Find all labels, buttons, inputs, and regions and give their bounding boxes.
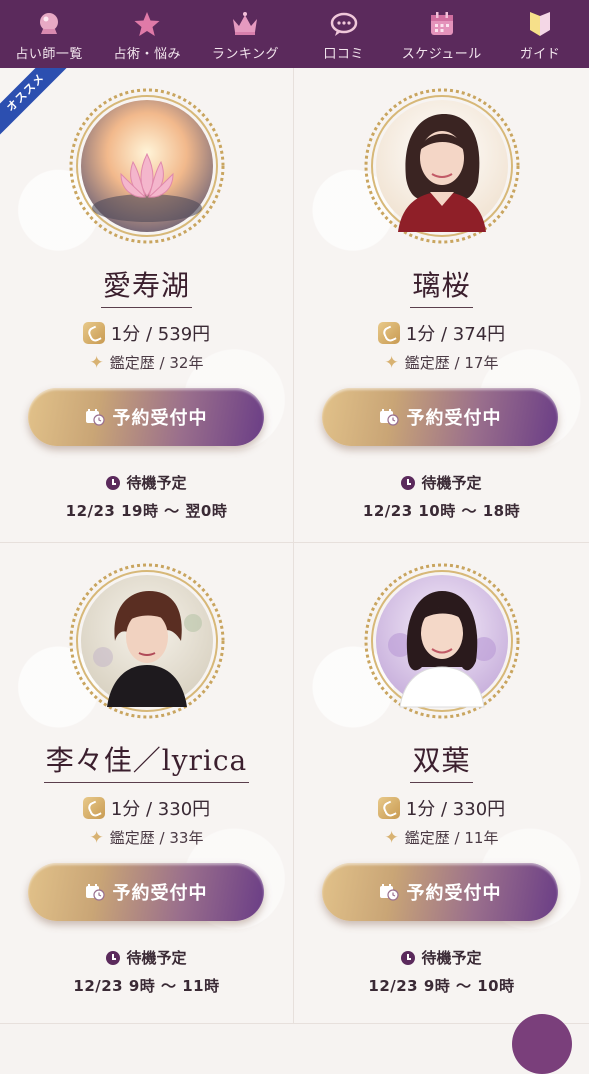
schedule-time: 12/23 19時 〜 翌0時	[65, 502, 228, 520]
sparkle-icon: ✦	[384, 828, 399, 848]
recommend-ribbon: ✦ オススメ	[0, 68, 77, 144]
avatar[interactable]	[362, 561, 522, 721]
fortune-teller-name[interactable]: 愛寿湖	[100, 264, 192, 308]
nav-item-ranking[interactable]: ランキング	[196, 0, 294, 68]
price-row: 1分 / 539円	[0, 320, 293, 346]
clock-icon	[401, 476, 416, 490]
clock-icon	[401, 951, 416, 965]
reservation-button-label: 予約受付中	[406, 408, 502, 429]
fortune-teller-name[interactable]: 璃桜	[410, 264, 473, 308]
phone-icon	[377, 322, 400, 344]
sparkle-icon: ✦	[89, 828, 104, 848]
fortune-teller-name[interactable]: 李々佳／lyrica	[43, 739, 250, 783]
clock-icon	[106, 951, 121, 965]
nav-item-schedule[interactable]: スケジュール	[393, 0, 491, 68]
standby-row: 待機予定	[294, 472, 589, 493]
schedule-time: 12/23 9時 〜 11時	[73, 977, 220, 995]
price-text: 1分 / 539円	[110, 324, 211, 345]
schedule-time: 12/23 10時 〜 18時	[362, 502, 521, 520]
nav-label: ランキング	[211, 47, 279, 62]
floating-action-button[interactable]	[512, 1014, 572, 1074]
nav-item-guide[interactable]: ガイド	[491, 0, 589, 68]
avatar[interactable]	[67, 561, 227, 721]
nav-item-fortune-tellers[interactable]: 占い師一覧	[0, 0, 98, 68]
reservation-button-label: 予約受付中	[112, 883, 208, 904]
career-row: ✦ 鑑定歴 / 17年	[294, 352, 589, 373]
fortune-teller-grid: ✦ オススメ 愛寿湖 1分 / 539円 ✦ 鑑定歴 / 32年 予約受付中 待…	[0, 68, 589, 1024]
reservation-button[interactable]: 予約受付中	[28, 388, 264, 446]
career-text: 鑑定歴 / 33年	[109, 829, 204, 847]
crystal-ball-icon	[34, 9, 64, 39]
reservation-button[interactable]: 予約受付中	[28, 863, 264, 921]
calendar-icon	[427, 9, 457, 39]
reservation-button-label: 予約受付中	[112, 408, 208, 429]
standby-label: 待機予定	[126, 474, 187, 492]
reservation-button[interactable]: 予約受付中	[322, 388, 558, 446]
nav-label: スケジュール	[401, 47, 482, 62]
reservation-button[interactable]: 予約受付中	[322, 863, 558, 921]
price-row: 1分 / 374円	[294, 320, 589, 346]
fortune-teller-card[interactable]: 双葉 1分 / 330円 ✦ 鑑定歴 / 11年 予約受付中 待機予定 12/23…	[294, 543, 589, 1024]
nav-label: 占い師一覧	[15, 47, 83, 62]
career-row: ✦ 鑑定歴 / 32年	[0, 352, 293, 373]
calendar-clock-icon	[379, 883, 399, 901]
price-row: 1分 / 330円	[294, 795, 589, 821]
fortune-teller-card[interactable]: 李々佳／lyrica 1分 / 330円 ✦ 鑑定歴 / 33年 予約受付中 待機…	[0, 543, 294, 1024]
standby-row: 待機予定	[0, 472, 293, 493]
career-text: 鑑定歴 / 11年	[404, 829, 499, 847]
schedule-time: 12/23 9時 〜 10時	[368, 977, 515, 995]
price-text: 1分 / 374円	[405, 324, 506, 345]
standby-label: 待機予定	[126, 949, 187, 967]
top-nav: 占い師一覧 占術・悩み ランキング 口コミ スケジュール ガイド	[0, 0, 589, 68]
sparkle-icon: ✦	[89, 353, 104, 373]
calendar-clock-icon	[379, 408, 399, 426]
career-text: 鑑定歴 / 17年	[404, 354, 499, 372]
standby-row: 待機予定	[0, 947, 293, 968]
avatar[interactable]	[67, 86, 227, 246]
beginner-mark-icon	[525, 9, 555, 39]
calendar-clock-icon	[85, 883, 105, 901]
nav-item-reviews[interactable]: 口コミ	[295, 0, 393, 68]
chat-bubble-icon	[329, 9, 359, 39]
fortune-teller-card[interactable]: ✦ オススメ 愛寿湖 1分 / 539円 ✦ 鑑定歴 / 32年 予約受付中 待…	[0, 68, 294, 543]
sparkle-icon: ✦	[384, 353, 399, 373]
nav-label: 占術・悩み	[113, 47, 182, 62]
standby-label: 待機予定	[421, 949, 482, 967]
phone-icon	[82, 322, 105, 344]
fortune-teller-name[interactable]: 双葉	[410, 739, 473, 783]
career-text: 鑑定歴 / 32年	[109, 354, 204, 372]
phone-icon	[377, 797, 400, 819]
career-row: ✦ 鑑定歴 / 33年	[0, 827, 293, 848]
price-row: 1分 / 330円	[0, 795, 293, 821]
nav-label: ガイド	[519, 47, 561, 62]
calendar-clock-icon	[85, 408, 105, 426]
crown-icon	[230, 9, 260, 39]
standby-row: 待機予定	[294, 947, 589, 968]
price-text: 1分 / 330円	[110, 799, 211, 820]
clock-icon	[106, 476, 121, 490]
nav-label: 口コミ	[323, 47, 364, 62]
career-row: ✦ 鑑定歴 / 11年	[294, 827, 589, 848]
price-text: 1分 / 330円	[405, 799, 506, 820]
avatar[interactable]	[362, 86, 522, 246]
nav-item-topics[interactable]: 占術・悩み	[98, 0, 196, 68]
fortune-teller-card[interactable]: 璃桜 1分 / 374円 ✦ 鑑定歴 / 17年 予約受付中 待機予定 12/23…	[294, 68, 589, 543]
phone-icon	[82, 797, 105, 819]
sparkle-icon: ✦	[0, 120, 4, 137]
standby-label: 待機予定	[421, 474, 482, 492]
star-icon	[132, 9, 162, 39]
ribbon-label: オススメ	[4, 71, 48, 115]
reservation-button-label: 予約受付中	[406, 883, 502, 904]
